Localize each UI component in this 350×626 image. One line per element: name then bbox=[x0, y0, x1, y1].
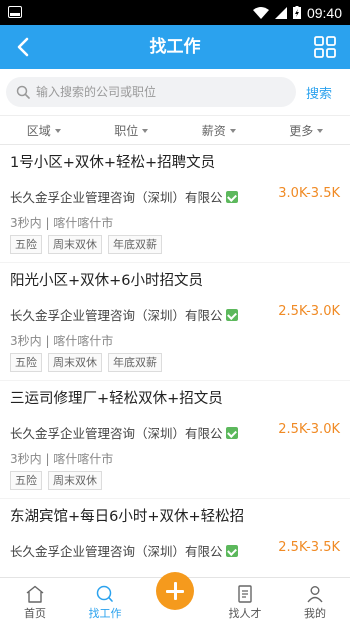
home-icon bbox=[26, 585, 44, 603]
search-row: 搜索 bbox=[0, 69, 350, 115]
caret-down-icon bbox=[229, 129, 236, 133]
job-title: 东湖宾馆+每日6小时+双休+轻松招 bbox=[10, 509, 245, 525]
filter-bar: 区域 职位 薪资 更多 bbox=[0, 115, 350, 145]
salary: 2.5K-3.0K bbox=[278, 304, 340, 319]
tab-find-talent[interactable]: 找人才 bbox=[210, 578, 280, 626]
filter-label: 区域 bbox=[26, 123, 51, 138]
benefit-tag: 年底双薪 bbox=[108, 353, 162, 372]
caret-down-icon bbox=[317, 129, 324, 133]
filter-position[interactable]: 职位 bbox=[88, 116, 176, 144]
wifi-icon bbox=[252, 6, 269, 19]
company-name: 长久金孚企业管理咨询（深圳）有限公 bbox=[10, 544, 223, 559]
tab-find-jobs[interactable]: 找工作 bbox=[70, 578, 140, 626]
verified-icon bbox=[225, 426, 238, 439]
job-list: 1号小区+双休+轻松+招聘文员 长久金孚企业管理咨询（深圳）有限公 3.0K-3… bbox=[0, 145, 350, 616]
company-name: 长久金孚企业管理咨询（深圳）有限公 bbox=[10, 426, 223, 441]
tab-home[interactable]: 首页 bbox=[0, 578, 70, 626]
add-icon[interactable] bbox=[156, 572, 194, 610]
search-icon bbox=[16, 85, 30, 99]
search-button[interactable]: 搜索 bbox=[306, 83, 332, 102]
status-bar: 09:40 bbox=[0, 0, 350, 25]
grid-menu-icon[interactable] bbox=[314, 36, 336, 58]
battery-icon bbox=[292, 6, 301, 19]
search-box[interactable] bbox=[6, 77, 296, 107]
tab-label: 找工作 bbox=[88, 607, 122, 620]
job-meta: 3秒内 | 喀什喀什市 bbox=[10, 334, 114, 348]
tab-add[interactable] bbox=[140, 572, 210, 626]
benefit-tag: 年底双薪 bbox=[108, 235, 162, 254]
job-meta: 3秒内 | 喀什喀什市 bbox=[10, 452, 114, 466]
job-card[interactable]: 三运司修理厂+轻松双休+招文员 长久金孚企业管理咨询（深圳）有限公 2.5K-3… bbox=[0, 381, 350, 498]
notification-icon bbox=[8, 6, 22, 18]
tab-label: 找人才 bbox=[228, 607, 262, 620]
user-icon bbox=[307, 586, 323, 603]
company-name: 长久金孚企业管理咨询（深圳）有限公 bbox=[10, 308, 223, 323]
title-bar: 找工作 bbox=[0, 25, 350, 69]
filter-salary[interactable]: 薪资 bbox=[175, 116, 263, 144]
filter-region[interactable]: 区域 bbox=[0, 116, 88, 144]
caret-down-icon bbox=[142, 129, 149, 133]
salary: 3.0K-3.5K bbox=[278, 186, 340, 201]
salary: 2.5K-3.5K bbox=[278, 540, 340, 555]
clock: 09:40 bbox=[306, 4, 342, 21]
benefit-tag: 五险 bbox=[10, 471, 42, 490]
search-icon bbox=[96, 585, 113, 602]
filter-label: 薪资 bbox=[201, 123, 226, 138]
benefit-tag: 周末双休 bbox=[48, 353, 102, 372]
job-title: 1号小区+双休+轻松+招聘文员 bbox=[10, 155, 216, 171]
tab-me[interactable]: 我的 bbox=[280, 578, 350, 626]
verified-icon bbox=[225, 308, 238, 321]
filter-more[interactable]: 更多 bbox=[263, 116, 350, 144]
benefit-tag: 五险 bbox=[10, 235, 42, 254]
company-name: 长久金孚企业管理咨询（深圳）有限公 bbox=[10, 190, 223, 205]
document-icon bbox=[238, 585, 252, 603]
verified-icon bbox=[225, 544, 238, 557]
filter-label: 职位 bbox=[114, 123, 139, 138]
benefit-tag: 周末双休 bbox=[48, 471, 102, 490]
benefit-tag: 周末双休 bbox=[48, 235, 102, 254]
benefit-tag: 五险 bbox=[10, 353, 42, 372]
salary: 2.5K-3.0K bbox=[278, 422, 340, 437]
page-title: 找工作 bbox=[149, 37, 201, 57]
job-meta: 3秒内 | 喀什喀什市 bbox=[10, 216, 114, 230]
tab-label: 首页 bbox=[24, 607, 46, 620]
signal-icon bbox=[274, 6, 287, 19]
caret-down-icon bbox=[54, 129, 61, 133]
job-title: 阳光小区+双休+6小时招文员 bbox=[10, 273, 204, 289]
filter-label: 更多 bbox=[289, 123, 314, 138]
tab-label: 我的 bbox=[304, 607, 326, 620]
job-title: 三运司修理厂+轻松双休+招文员 bbox=[10, 391, 223, 407]
job-card[interactable]: 阳光小区+双休+6小时招文员 长久金孚企业管理咨询（深圳）有限公 2.5K-3.… bbox=[0, 263, 350, 380]
search-input[interactable] bbox=[36, 85, 266, 99]
verified-icon bbox=[225, 190, 238, 203]
job-card[interactable]: 1号小区+双休+轻松+招聘文员 长久金孚企业管理咨询（深圳）有限公 3.0K-3… bbox=[0, 145, 350, 262]
bottom-tab-bar: 首页 找工作 找人才 我的 bbox=[0, 572, 350, 626]
